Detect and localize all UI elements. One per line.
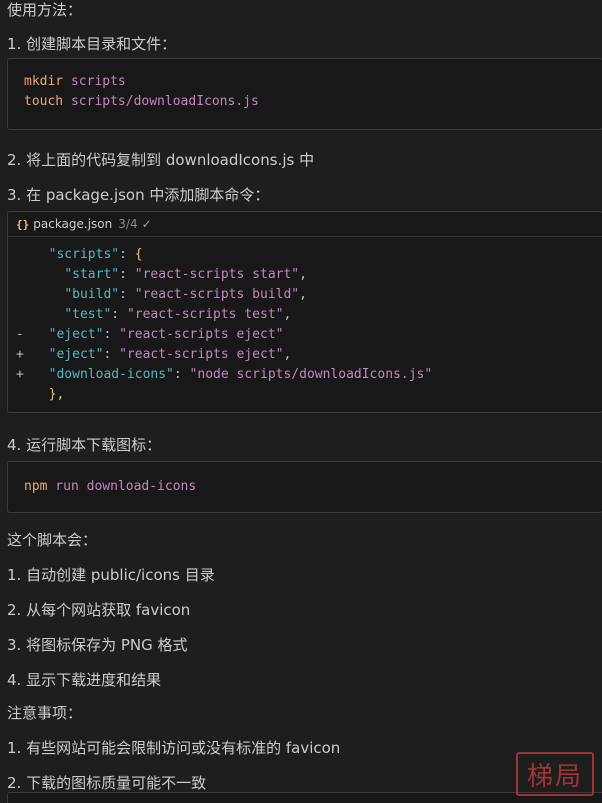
code-line: + "eject": "react-scripts eject", xyxy=(16,345,594,365)
code-diff-body: "scripts": { "start": "react-scripts sta… xyxy=(8,237,602,405)
code-line: "test": "react-scripts test", xyxy=(16,305,594,325)
note-item-1: 1. 有些网站可能会限制访问或没有标准的 favicon xyxy=(7,739,341,757)
notes-title: 注意事项： xyxy=(7,704,83,722)
command-keyword: npm xyxy=(24,479,48,494)
code-line: "build": "react-scripts build", xyxy=(16,285,594,305)
json-key: "build" xyxy=(64,287,120,302)
json-value: "react-scripts eject" xyxy=(119,347,284,362)
separator: : xyxy=(173,367,190,382)
next-code-block-edge xyxy=(7,792,602,803)
json-key: "start" xyxy=(64,267,120,282)
separator: : xyxy=(119,287,135,302)
separator: : xyxy=(103,347,120,362)
json-key: "eject" xyxy=(48,347,104,362)
json-key: "eject" xyxy=(48,327,104,342)
file-name[interactable]: package.json xyxy=(33,217,112,231)
json-key: "test" xyxy=(64,307,112,322)
json-value: "react-scripts test" xyxy=(126,307,284,322)
comma: , xyxy=(283,347,292,362)
code-block-shell[interactable]: mkdir scripts touch scripts/downloadIcon… xyxy=(7,58,602,130)
change-count: 3/4 xyxy=(118,217,138,231)
summary-item-1: 1. 自动创建 public/icons 目录 xyxy=(7,566,215,584)
diff-marker: + xyxy=(16,347,24,362)
json-key: "scripts" xyxy=(48,247,120,262)
code-line: npm run download-icons xyxy=(24,477,586,497)
diff-marker: + xyxy=(16,367,24,382)
step-2-text: 2. 将上面的代码复制到 downloadIcons.js 中 xyxy=(7,151,315,169)
step-4-text: 4. 运行脚本下载图标： xyxy=(7,436,162,454)
code-line: mkdir scripts xyxy=(24,72,586,92)
brace: { xyxy=(134,247,143,262)
seal-watermark: 梯局 xyxy=(516,752,594,796)
command-keyword: mkdir xyxy=(24,74,64,89)
step-1-text: 1. 创建脚本目录和文件： xyxy=(7,35,177,53)
step-3-text: 3. 在 package.json 中添加脚本命令： xyxy=(7,186,270,204)
code-line: - "eject": "react-scripts eject" xyxy=(16,325,594,345)
diff-marker: - xyxy=(16,327,24,342)
checkmark-icon: ✓ xyxy=(141,217,152,231)
code-block-npm[interactable]: npm run download-icons xyxy=(7,461,602,513)
command-keyword: touch xyxy=(24,94,64,109)
json-value: "react-scripts start" xyxy=(134,267,300,282)
json-value: "react-scripts build" xyxy=(134,287,300,302)
command-argument: run download-icons xyxy=(47,479,197,494)
brace: }, xyxy=(48,387,65,402)
code-line: }, xyxy=(16,385,594,405)
code-block-package-json[interactable]: {} package.json 3/4 ✓ "scripts": { "star… xyxy=(7,211,602,413)
code-line: "start": "react-scripts start", xyxy=(16,265,594,285)
json-key: "download-icons" xyxy=(48,367,174,382)
json-file-icon: {} xyxy=(16,217,30,231)
code-block-header: {} package.json 3/4 ✓ xyxy=(8,212,602,237)
code-line: + "download-icons": "node scripts/downlo… xyxy=(16,365,594,385)
code-line: touch scripts/downloadIcons.js xyxy=(24,92,586,112)
comma: , xyxy=(299,267,307,282)
note-item-2: 2. 下载的图标质量可能不一致 xyxy=(7,774,207,792)
separator: : xyxy=(111,307,127,322)
separator: : xyxy=(119,267,135,282)
summary-title: 这个脚本会： xyxy=(7,531,98,549)
summary-item-4: 4. 显示下载进度和结果 xyxy=(7,671,162,689)
code-line: "scripts": { xyxy=(16,245,594,265)
summary-item-3: 3. 将图标保存为 PNG 格式 xyxy=(7,636,188,654)
separator: : xyxy=(103,327,120,342)
summary-item-2: 2. 从每个网站获取 favicon xyxy=(7,601,191,619)
separator: : xyxy=(119,247,135,262)
json-value: "react-scripts eject" xyxy=(119,327,284,342)
command-argument: scripts/downloadIcons.js xyxy=(63,94,259,109)
command-argument: scripts xyxy=(63,74,126,89)
chat-message: 使用方法： 1. 创建脚本目录和文件： mkdir scripts touch … xyxy=(0,0,602,793)
comma: , xyxy=(283,307,292,322)
intro-text: 使用方法： xyxy=(7,1,83,19)
json-value: "node scripts/downloadIcons.js" xyxy=(189,367,433,382)
comma: , xyxy=(299,287,307,302)
